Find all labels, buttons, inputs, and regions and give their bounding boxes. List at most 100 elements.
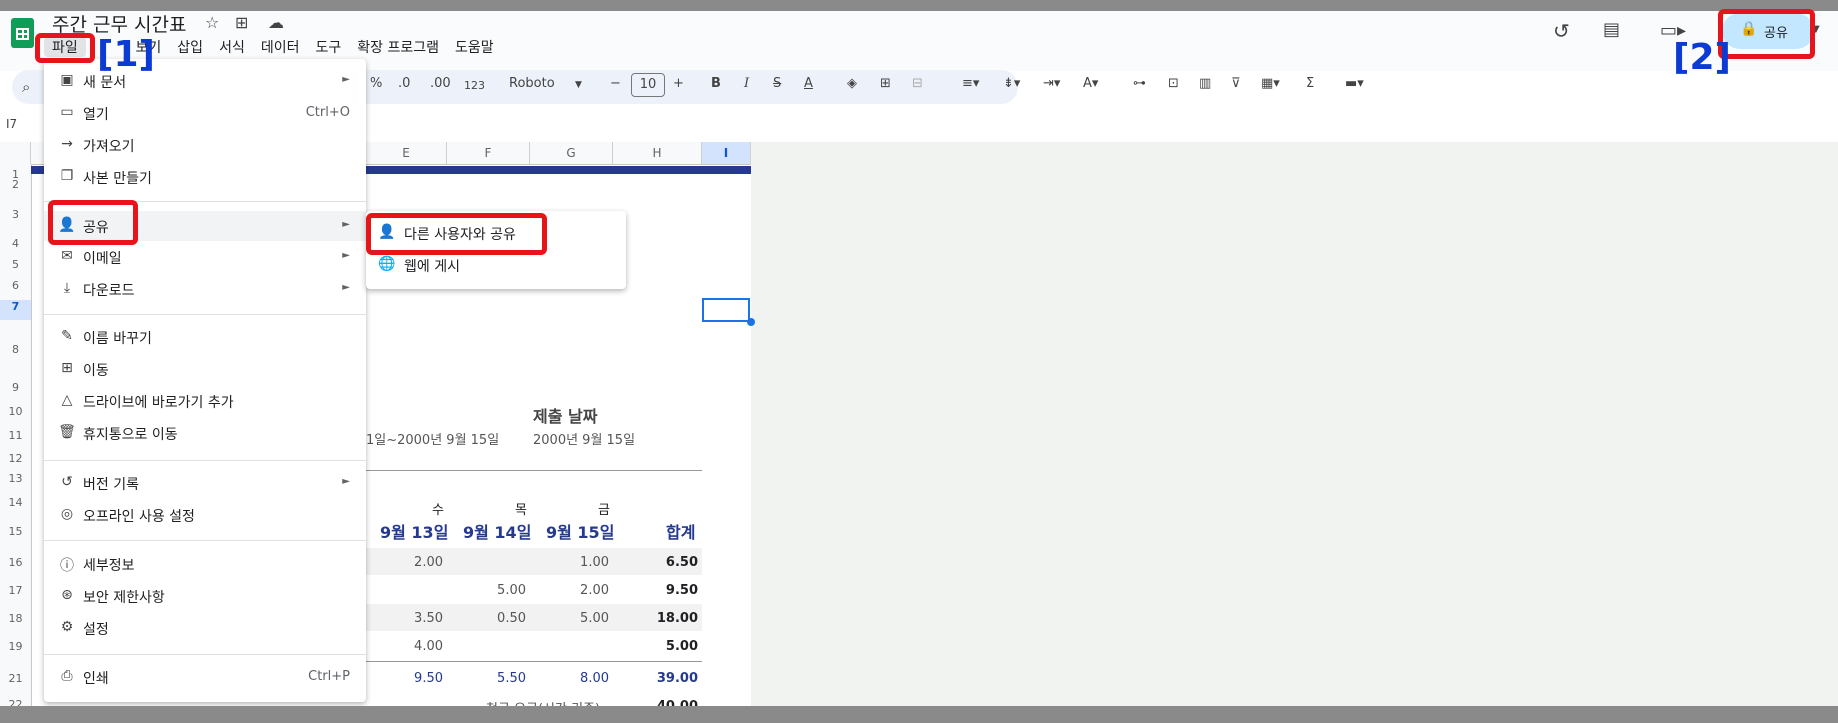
row-header[interactable]: 5 [0,258,31,271]
row-header[interactable]: 8 [0,343,31,356]
menu-help[interactable]: 도움말 [447,37,502,57]
menu-item-open[interactable]: ▭ 열기 Ctrl+O [44,98,366,128]
merge-cells-icon[interactable]: ⊟ [912,76,923,91]
input-tools-icon[interactable]: ▬▾ [1345,76,1364,91]
menu-item-move[interactable]: ⊞ 이동 [44,354,366,384]
cell-reference[interactable]: I7 [6,117,17,131]
menu-data[interactable]: 데이터 [253,37,308,57]
column-header-g[interactable]: G [530,142,613,164]
star-icon[interactable]: ☆ [205,13,219,32]
submit-date-value: 2000년 9월 15일 [533,433,636,448]
row-header[interactable]: 4 [0,237,31,250]
period-range: 1일~2000년 9월 15일 [366,433,500,448]
date-header-1: 9월 13일 [380,523,449,542]
move-folder-icon[interactable]: ⊞ [235,13,248,32]
row-header[interactable]: 18 [0,612,31,625]
table-cell: 1.00 [580,555,609,570]
font-size-increase-button[interactable]: + [673,76,684,91]
row-header[interactable]: 9 [0,381,31,394]
menu-item-rename[interactable]: ✎ 이름 바꾸기 [44,322,366,352]
row-header[interactable]: 11 [0,429,31,442]
annotation-label-1: [1] [97,34,155,75]
total-header: 합계 [666,523,696,542]
menu-extensions[interactable]: 확장 프로그램 [349,37,447,57]
filter-views-icon[interactable]: ▦▾ [1261,76,1280,91]
menu-item-version-history[interactable]: ↺ 버전 기록 ► [44,468,366,498]
row-header[interactable]: 13 [0,472,31,485]
menu-item-add-shortcut[interactable]: △ 드라이브에 바로가기 추가 [44,386,366,416]
strikethrough-icon[interactable]: S [773,76,781,91]
menu-tools[interactable]: 도구 [307,37,349,57]
align-vertical-icon[interactable]: ⇟▾ [1003,76,1020,91]
insert-chart-icon[interactable]: ▥ [1199,76,1211,91]
row-header-selected[interactable]: 7 [0,300,31,320]
functions-icon[interactable]: Σ [1306,76,1314,91]
increase-decimal-button[interactable]: .00 [430,76,451,91]
menu-item-settings[interactable]: ⚙ 설정 [44,613,366,643]
comment-icon[interactable]: ▤ [1603,19,1620,40]
more-formats-button[interactable]: 123 [464,79,485,92]
text-rotate-icon[interactable]: A▾ [1083,76,1098,91]
font-select[interactable]: Roboto [509,76,555,91]
fill-handle[interactable] [747,318,755,326]
percent-format-button[interactable]: % [370,76,382,91]
row-header[interactable]: 19 [0,640,31,653]
row-header[interactable]: 21 [0,672,31,685]
history-icon[interactable]: ↺ [1553,19,1570,43]
insert-comment-icon[interactable]: ⊡ [1168,76,1179,91]
menu-item-trash[interactable]: 🗑 휴지통으로 이동 [44,418,366,448]
align-horizontal-icon[interactable]: ≡▾ [962,76,979,91]
row-header[interactable]: 6 [0,279,31,292]
menu-item-print[interactable]: ⎙ 인쇄 Ctrl+P [44,662,366,692]
column-header-i[interactable]: I [702,142,751,164]
submenu-arrow-icon: ► [342,219,350,230]
menu-item-import[interactable]: → 가져오기 [44,130,366,160]
column-header-f[interactable]: F [447,142,530,164]
font-size-input[interactable]: 10 [631,73,665,97]
menu-item-download[interactable]: ⤓ 다운로드 ► [44,274,366,304]
menu-item-offline[interactable]: ◎ 오프라인 사용 설정 [44,500,366,530]
row-header[interactable]: 10 [0,405,31,418]
decrease-decimal-button[interactable]: .0 [398,76,410,91]
filter-icon[interactable]: ⊽ [1231,76,1241,91]
font-size-decrease-button[interactable]: − [610,76,621,91]
select-all-corner[interactable] [0,142,31,164]
row-header[interactable]: 15 [0,525,31,538]
menu-format[interactable]: 서식 [211,37,253,57]
row-header[interactable]: 17 [0,584,31,597]
menu-item-email[interactable]: ✉ 이메일 ► [44,242,366,272]
row-header[interactable]: 2 [0,178,31,191]
selected-cell[interactable] [702,298,750,322]
sheet-empty-area[interactable] [751,142,1838,706]
annotation-box-share-others [366,213,547,255]
column-header-h[interactable]: H [613,142,702,164]
menu-item-copy[interactable]: ❐ 사본 만들기 [44,162,366,192]
import-icon: → [61,136,73,152]
fill-color-icon[interactable]: ◈ [847,76,857,91]
column-header-e[interactable]: E [366,142,447,164]
rename-icon: ✎ [61,328,73,344]
borders-icon[interactable]: ⊞ [880,76,891,91]
link-icon[interactable]: ⊶ [1133,76,1146,91]
chevron-down-icon[interactable]: ▼ [575,80,582,90]
menu-item-new[interactable]: ▣ 새 문서 ► [44,66,366,96]
annotation-box-file-menu [35,33,95,63]
submenu-arrow-icon: ► [342,74,350,85]
new-doc-icon: ▣ [60,72,74,88]
row-header[interactable]: 14 [0,496,31,509]
menu-item-security[interactable]: ⊛ 보안 제한사항 [44,581,366,611]
row-header[interactable]: 16 [0,556,31,569]
italic-icon[interactable]: I [744,76,749,91]
text-wrap-icon[interactable]: ⇥▾ [1043,76,1060,91]
bold-icon[interactable]: B [711,76,721,91]
cloud-icon[interactable]: ☁ [268,13,284,32]
search-menus-icon[interactable]: ⌕ [22,78,30,96]
submenu-item-publish-web[interactable]: 🌐 웹에 게시 [366,253,626,279]
menu-insert[interactable]: 삽입 [169,37,211,57]
menu-item-details[interactable]: ⓘ 세부정보 [44,549,366,579]
row-header[interactable]: 3 [0,208,31,221]
sheets-logo[interactable] [11,18,34,48]
trash-icon: 🗑 [58,424,76,440]
text-color-icon[interactable]: A [804,76,813,91]
row-header[interactable]: 12 [0,452,31,465]
